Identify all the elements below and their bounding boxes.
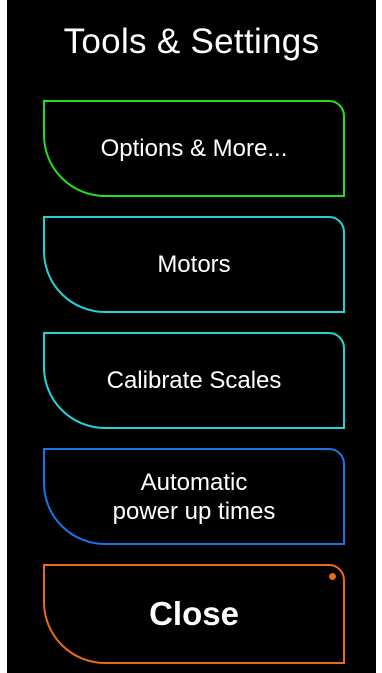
automatic-power-up-times-button[interactable]: Automatic power up times [43, 448, 345, 545]
screen-title: Tools & Settings [63, 22, 320, 61]
options-more-button[interactable]: Options & More... [43, 100, 345, 197]
motors-button[interactable]: Motors [43, 216, 345, 313]
calibrate-scales-label: Calibrate Scales [106, 367, 282, 394]
tools-settings-screen: Tools & Settings Options & More... Motor… [7, 0, 376, 673]
close-button[interactable]: Close [43, 564, 345, 664]
motors-label: Motors [157, 251, 231, 278]
indicator-dot-icon [329, 573, 336, 580]
options-more-label: Options & More... [100, 135, 288, 162]
close-label: Close [149, 595, 239, 632]
automatic-power-up-times-label: Automatic power up times [112, 468, 276, 525]
calibrate-scales-button[interactable]: Calibrate Scales [43, 332, 345, 429]
